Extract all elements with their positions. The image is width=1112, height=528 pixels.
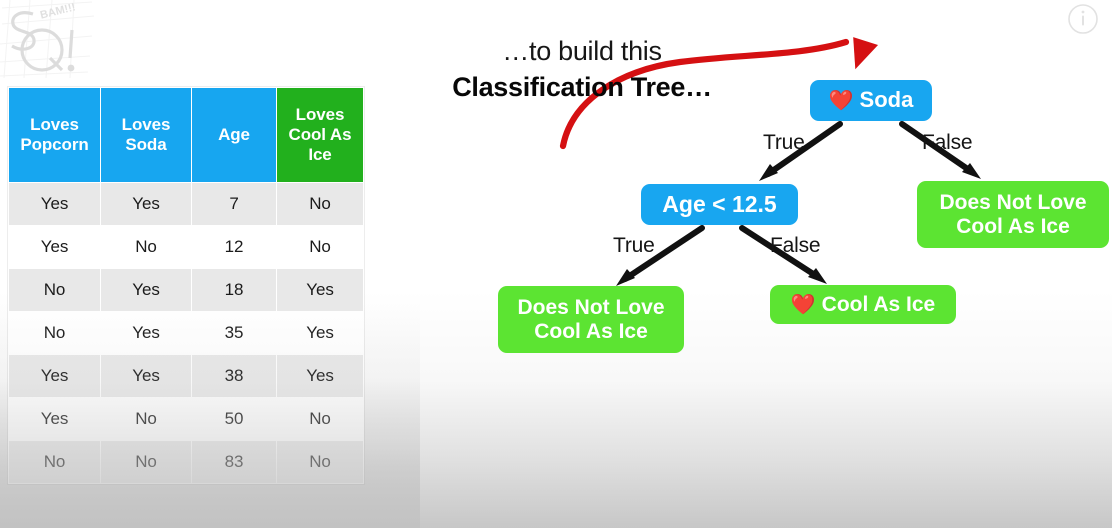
cell-loves-cool-as-ice: No (277, 226, 363, 268)
column-header-loves-popcorn: Loves Popcorn (9, 88, 100, 182)
cell-loves-popcorn: Yes (9, 398, 100, 440)
training-data-table: Loves Popcorn Loves Soda Age Loves Cool As I… (8, 87, 364, 484)
table-row: No No 83 No (9, 441, 363, 483)
cell-age: 50 (192, 398, 276, 440)
leaf-left-line-1: Does Not Love (517, 296, 665, 320)
table-row: No Yes 35 Yes (9, 312, 363, 354)
tree-leaf-loves-cool-as-ice[interactable]: ❤️ Cool As Ice (770, 285, 956, 324)
leaf-left-line-2: Cool As Ice (534, 319, 648, 343)
cell-loves-popcorn: Yes (9, 226, 100, 268)
tree-node-root-label: Soda (859, 87, 914, 113)
headline-line-2: Classification Tree… (452, 72, 712, 102)
cell-age: 83 (192, 441, 276, 483)
table-header-row: Loves Popcorn Loves Soda Age Loves Cool As I… (9, 88, 363, 182)
edge-label-root-false: False (922, 131, 973, 154)
cell-loves-popcorn: Yes (9, 355, 100, 397)
cell-loves-cool-as-ice: Yes (277, 355, 363, 397)
column-header-loves-cool-as-ice: Loves Cool As Ice (277, 88, 363, 182)
cell-loves-popcorn: No (9, 441, 100, 483)
cell-loves-soda: Yes (101, 183, 191, 225)
table-row: Yes No 50 No (9, 398, 363, 440)
cell-loves-soda: No (101, 226, 191, 268)
table-row: Yes No 12 No (9, 226, 363, 268)
tree-node-split-age[interactable]: Age < 12.5 (641, 184, 798, 225)
cell-loves-popcorn: No (9, 312, 100, 354)
edge-label-split-true: True (613, 234, 655, 257)
leaf-love-label: Cool As Ice (821, 292, 936, 316)
heart-icon: ❤️ (790, 293, 816, 316)
heart-icon: ❤️ (828, 89, 854, 112)
cell-age: 18 (192, 269, 276, 311)
cell-loves-soda: No (101, 398, 191, 440)
cell-loves-soda: No (101, 441, 191, 483)
cell-loves-cool-as-ice: Yes (277, 269, 363, 311)
table-row: Yes Yes 7 No (9, 183, 363, 225)
cell-loves-cool-as-ice: No (277, 183, 363, 225)
edge-label-split-false: False (770, 234, 821, 257)
cell-age: 7 (192, 183, 276, 225)
column-header-age: Age (192, 88, 276, 182)
cell-loves-cool-as-ice: No (277, 398, 363, 440)
cell-loves-popcorn: Yes (9, 183, 100, 225)
cell-loves-soda: Yes (101, 312, 191, 354)
cell-loves-soda: Yes (101, 355, 191, 397)
page-title: …to build this Classification Tree… (432, 36, 732, 103)
cell-loves-soda: Yes (101, 269, 191, 311)
cell-age: 35 (192, 312, 276, 354)
tree-node-split-label: Age < 12.5 (662, 190, 777, 217)
tree-leaf-does-not-love-left[interactable]: Does Not Love Cool As Ice (498, 286, 684, 353)
cell-age: 12 (192, 226, 276, 268)
table-row: No Yes 18 Yes (9, 269, 363, 311)
cell-loves-cool-as-ice: Yes (277, 312, 363, 354)
leaf-right-line-2: Cool As Ice (956, 214, 1070, 238)
edge-label-root-true: True (763, 131, 805, 154)
leaf-right-line-1: Does Not Love (939, 191, 1087, 215)
table-row: Yes Yes 38 Yes (9, 355, 363, 397)
tree-leaf-does-not-love-right[interactable]: Does Not Love Cool As Ice (917, 181, 1109, 248)
column-header-loves-soda: Loves Soda (101, 88, 191, 182)
tree-node-root-soda[interactable]: ❤️ Soda (810, 80, 932, 121)
cell-age: 38 (192, 355, 276, 397)
cell-loves-cool-as-ice: No (277, 441, 363, 483)
cell-loves-popcorn: No (9, 269, 100, 311)
headline-line-1: …to build this (502, 36, 662, 66)
